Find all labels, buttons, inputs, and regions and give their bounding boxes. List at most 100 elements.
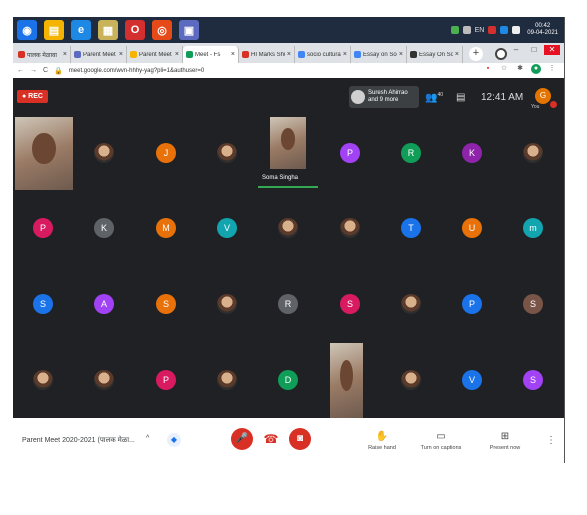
- maximize-button[interactable]: □: [526, 45, 542, 55]
- meeting-title[interactable]: Parent Meet 2020-2021 (पालक मेळा...: [22, 436, 135, 445]
- language-indicator[interactable]: EN: [475, 27, 485, 34]
- extension-green-icon[interactable]: ●: [531, 64, 541, 74]
- participant-tile[interactable]: J: [136, 116, 197, 191]
- participant-tile[interactable]: [74, 343, 135, 418]
- participant-initial-avatar: K: [462, 143, 482, 163]
- app-tray-icon[interactable]: [500, 26, 509, 34]
- participant-tile[interactable]: [197, 116, 258, 191]
- participant-tile[interactable]: S: [320, 267, 381, 342]
- browser-tab[interactable]: Essay On Soci×: [407, 46, 463, 63]
- network-icon[interactable]: [450, 26, 459, 34]
- participant-tile[interactable]: [320, 191, 381, 266]
- battery-icon[interactable]: [512, 26, 521, 34]
- participant-tile[interactable]: P: [442, 267, 503, 342]
- participant-tile[interactable]: [13, 343, 74, 418]
- browser-tab[interactable]: Parent Meet 2×: [127, 46, 183, 63]
- opera-icon[interactable]: O: [125, 20, 145, 40]
- browser-tab[interactable]: HI Marks Shu ×: [239, 46, 295, 63]
- forward-icon[interactable]: →: [30, 67, 37, 74]
- participant-tile[interactable]: A: [74, 267, 135, 342]
- participant-tile[interactable]: P: [136, 343, 197, 418]
- participant-tile[interactable]: S: [503, 343, 564, 418]
- reload-icon[interactable]: C: [43, 67, 48, 74]
- participant-tile[interactable]: [258, 191, 319, 266]
- chrome-icon[interactable]: ◉: [17, 20, 37, 40]
- volume-icon[interactable]: [462, 26, 471, 34]
- profile-icon[interactable]: [495, 48, 507, 60]
- tab-close-icon[interactable]: ×: [399, 51, 403, 58]
- participant-tile[interactable]: T: [381, 191, 442, 266]
- tab-close-icon[interactable]: ×: [119, 51, 123, 58]
- participant-tile[interactable]: R: [258, 267, 319, 342]
- leave-call-button[interactable]: ☎: [260, 428, 282, 450]
- participant-tile[interactable]: V: [442, 343, 503, 418]
- chevron-up-icon[interactable]: ^: [146, 435, 149, 442]
- present-label: Present now: [489, 445, 521, 451]
- captions-button[interactable]: ▭ Turn on captions: [411, 431, 471, 451]
- participant-tile[interactable]: [503, 116, 564, 191]
- tab-close-icon[interactable]: ×: [343, 51, 347, 58]
- clock-time: 00:42: [535, 23, 551, 29]
- more-options-icon[interactable]: ⋮: [546, 435, 556, 446]
- participant-video: [270, 117, 306, 169]
- participant-tile[interactable]: S: [136, 267, 197, 342]
- participant-tile[interactable]: V: [197, 191, 258, 266]
- participant-tile[interactable]: S: [13, 267, 74, 342]
- camera-off-button[interactable]: ◙: [289, 428, 311, 450]
- tab-close-icon[interactable]: ×: [231, 51, 235, 58]
- participant-initial-avatar: P: [156, 370, 176, 390]
- participant-tile[interactable]: Soma Singha: [258, 116, 319, 191]
- tab-close-icon[interactable]: ×: [455, 51, 459, 58]
- clock[interactable]: 00:42 09-04-2021: [527, 23, 558, 37]
- participant-tile[interactable]: K: [74, 191, 135, 266]
- ie-icon[interactable]: e: [71, 20, 91, 40]
- participant-tile[interactable]: D: [258, 343, 319, 418]
- participant-tile[interactable]: m: [503, 191, 564, 266]
- antivirus-icon[interactable]: [488, 26, 497, 34]
- participant-tile[interactable]: P: [13, 191, 74, 266]
- chat-icon[interactable]: ▤: [456, 92, 465, 103]
- self-avatar[interactable]: G: [535, 88, 551, 104]
- present-now-button[interactable]: ⊞ Present now: [475, 431, 535, 451]
- extension-icon[interactable]: ✱: [515, 64, 525, 74]
- close-window-button[interactable]: ✕: [544, 45, 560, 55]
- participant-tile[interactable]: [197, 343, 258, 418]
- file-manager-icon[interactable]: ▤: [44, 20, 64, 40]
- participant-tile[interactable]: M: [136, 191, 197, 266]
- minimize-button[interactable]: –: [508, 45, 524, 55]
- participant-tile[interactable]: P: [320, 116, 381, 191]
- browser-tab[interactable]: Parent Meet 2×: [71, 46, 127, 63]
- tab-close-icon[interactable]: ×: [175, 51, 179, 58]
- browser-tab[interactable]: socio cultura ×: [295, 46, 351, 63]
- star-icon[interactable]: ☆: [499, 64, 509, 74]
- people-icon[interactable]: 👥40: [425, 92, 443, 103]
- participant-tile[interactable]: [320, 343, 381, 418]
- participant-tile[interactable]: S: [503, 267, 564, 342]
- participant-tile[interactable]: U: [442, 191, 503, 266]
- tab-close-icon[interactable]: ×: [63, 51, 67, 58]
- presenter-chip[interactable]: Suresh Ahirrao and 9 more: [349, 86, 419, 108]
- participant-tile[interactable]: K: [442, 116, 503, 191]
- url-field[interactable]: meet.google.com/wvn-hhhy-yag?pli=1&authu…: [69, 68, 204, 74]
- participant-tile[interactable]: [13, 116, 74, 191]
- new-tab-button[interactable]: +: [469, 47, 483, 61]
- back-icon[interactable]: ←: [17, 67, 24, 74]
- tab-close-icon[interactable]: ×: [287, 51, 291, 58]
- notes-icon[interactable]: ▦: [98, 20, 118, 40]
- window-icon[interactable]: ▣: [179, 20, 199, 40]
- participant-tile[interactable]: [381, 267, 442, 342]
- raise-hand-button[interactable]: ✋ Raise hand: [352, 431, 412, 451]
- tab-label: socio cultura: [307, 51, 341, 58]
- mic-off-button[interactable]: 🎤: [231, 428, 253, 450]
- browser-tab[interactable]: Meet - Fs ×: [183, 46, 239, 63]
- camera-permission-icon[interactable]: ▪: [483, 64, 493, 74]
- participant-tile[interactable]: R: [381, 116, 442, 191]
- participant-tile[interactable]: [197, 267, 258, 342]
- shield-icon[interactable]: ◆: [167, 433, 181, 447]
- browser-tab[interactable]: Essay on Soci×: [351, 46, 407, 63]
- participant-tile[interactable]: [74, 116, 135, 191]
- browser-tab[interactable]: पालक मेळावा ×: [15, 46, 71, 63]
- menu-dots-icon[interactable]: ⋮: [547, 64, 557, 74]
- participant-tile[interactable]: [381, 343, 442, 418]
- chrome-app-icon[interactable]: ◎: [152, 20, 172, 40]
